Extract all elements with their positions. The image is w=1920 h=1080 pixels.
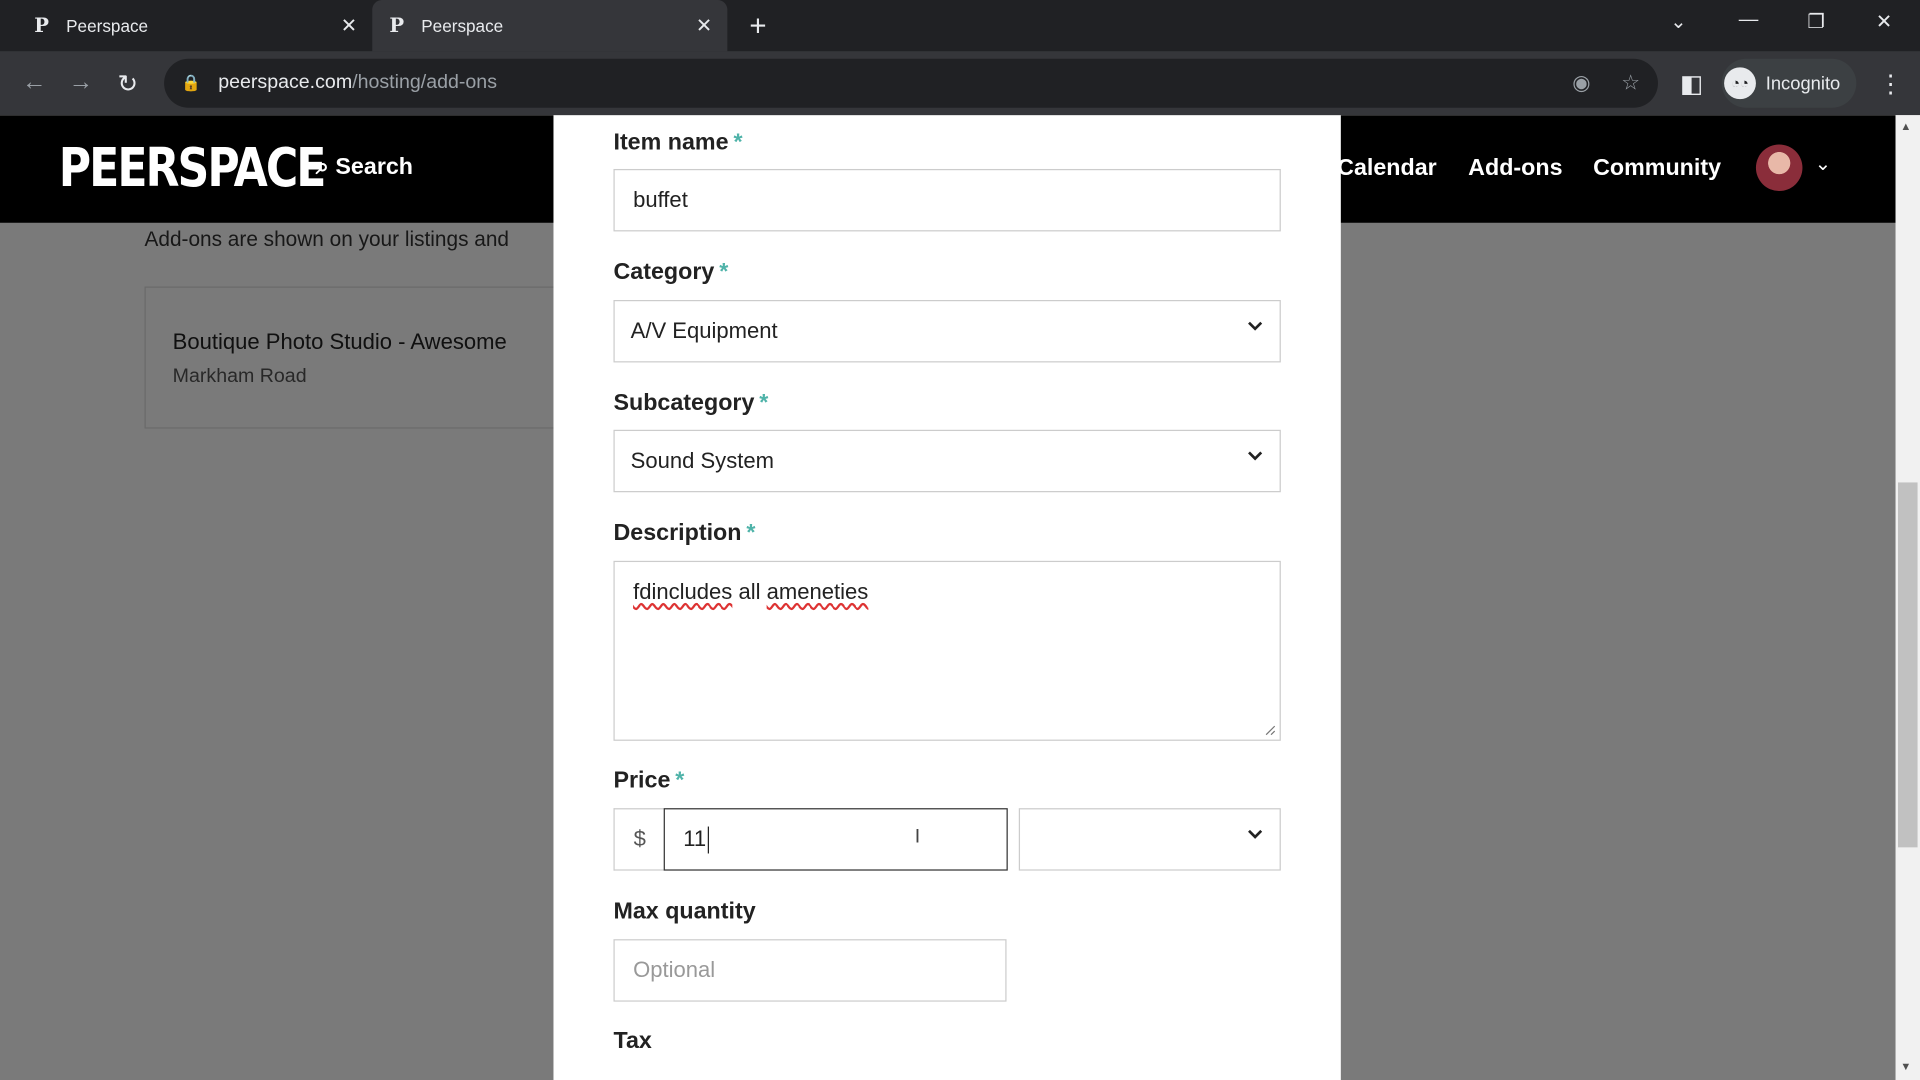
item-name-input[interactable]: buffet <box>613 168 1281 232</box>
price-unit-select[interactable] <box>1018 808 1281 871</box>
text-cursor-icon: I <box>914 826 921 848</box>
peerspace-favicon-icon: P <box>34 13 49 37</box>
reload-icon[interactable]: ↻ <box>118 69 139 100</box>
menu-icon[interactable]: ⋮ <box>1878 69 1902 100</box>
resize-handle-icon[interactable] <box>1264 724 1276 736</box>
scroll-up-icon[interactable]: ▲ <box>1900 120 1911 132</box>
avatar[interactable] <box>1755 144 1803 192</box>
tab-title: Peerspace <box>421 15 504 36</box>
max-quantity-label: Max quantity <box>613 898 756 925</box>
text-caret <box>707 825 710 853</box>
peerspace-logo[interactable]: PEERSPACE <box>59 137 327 199</box>
browser-tab[interactable]: P Peerspace ✕ <box>17 0 372 51</box>
chevron-down-icon <box>1248 321 1263 331</box>
nav-calendar[interactable]: Calendar <box>1337 156 1437 183</box>
item-name-label: Item name * <box>613 129 743 156</box>
category-label: Category * <box>613 259 729 286</box>
scrollbar-thumb[interactable] <box>1897 482 1918 848</box>
add-on-form-modal: Item name * buffet Category * A/V Equipmen… <box>553 115 1341 1080</box>
page: PEERSPACE ⌕ Search Calendar Add-ons Comm… <box>0 115 1896 1080</box>
price-input[interactable]: 11 I <box>663 808 1008 871</box>
back-icon[interactable]: ← <box>22 69 46 97</box>
tracking-protection-icon[interactable]: ◉ <box>1572 71 1590 95</box>
nav-add-ons[interactable]: Add-ons <box>1468 156 1562 183</box>
chevron-down-icon[interactable]: ⌄ <box>1815 152 1831 176</box>
search-icon: ⌕ <box>315 154 336 181</box>
forward-icon[interactable]: → <box>69 69 93 97</box>
tab-strip: P Peerspace ✕ P Peerspace ✕ + ⌄ — ❐ ✕ <box>0 0 1920 52</box>
nav-community[interactable]: Community <box>1593 156 1721 183</box>
description-textarea[interactable]: fdincludes all ameneties <box>613 560 1281 741</box>
url-text: peerspace.com/hosting/add-ons <box>218 72 498 94</box>
scroll-down-icon[interactable]: ▼ <box>1900 1060 1911 1072</box>
browser-tab-active[interactable]: P Peerspace ✕ <box>372 0 728 52</box>
tax-label: Tax <box>613 1028 652 1055</box>
chevron-down-icon <box>1248 829 1263 839</box>
subcategory-select[interactable]: Sound System <box>613 429 1281 493</box>
close-tab-icon[interactable]: ✕ <box>691 13 718 37</box>
side-panel-icon[interactable]: ◧ <box>1680 69 1703 100</box>
close-tab-icon[interactable]: ✕ <box>336 13 363 37</box>
page-scrollbar[interactable]: ▲ ▼ <box>1895 115 1920 1080</box>
peerspace-favicon-icon: P <box>389 13 405 37</box>
incognito-icon: ◔◔ <box>1724 67 1756 100</box>
tab-title: Peerspace <box>66 15 149 36</box>
new-tab-icon[interactable]: + <box>749 10 766 44</box>
category-select[interactable]: A/V Equipment <box>613 300 1281 363</box>
subcategory-label: Subcategory * <box>613 390 769 417</box>
minimize-icon[interactable]: — <box>1739 10 1759 32</box>
address-bar[interactable]: 🔒 peerspace.com/hosting/add-ons ◉ ☆ <box>164 58 1658 108</box>
close-window-icon[interactable]: ✕ <box>1876 10 1892 34</box>
chevron-down-icon <box>1248 451 1263 461</box>
bookmark-star-icon[interactable]: ☆ <box>1621 71 1640 95</box>
currency-prefix: $ <box>613 808 665 871</box>
max-quantity-input[interactable]: Optional <box>613 939 1007 1002</box>
description-label: Description * <box>613 520 756 547</box>
price-label: Price * <box>613 767 685 794</box>
tab-search-icon[interactable]: ⌄ <box>1670 10 1686 34</box>
incognito-profile[interactable]: ◔◔ Incognito <box>1721 58 1857 108</box>
search-button[interactable]: ⌕ Search <box>316 154 413 181</box>
lock-icon: 🔒 <box>181 73 202 92</box>
browser-toolbar: ← → ↻ 🔒 peerspace.com/hosting/add-ons ◉ … <box>0 51 1920 116</box>
restore-icon[interactable]: ❐ <box>1807 10 1825 34</box>
